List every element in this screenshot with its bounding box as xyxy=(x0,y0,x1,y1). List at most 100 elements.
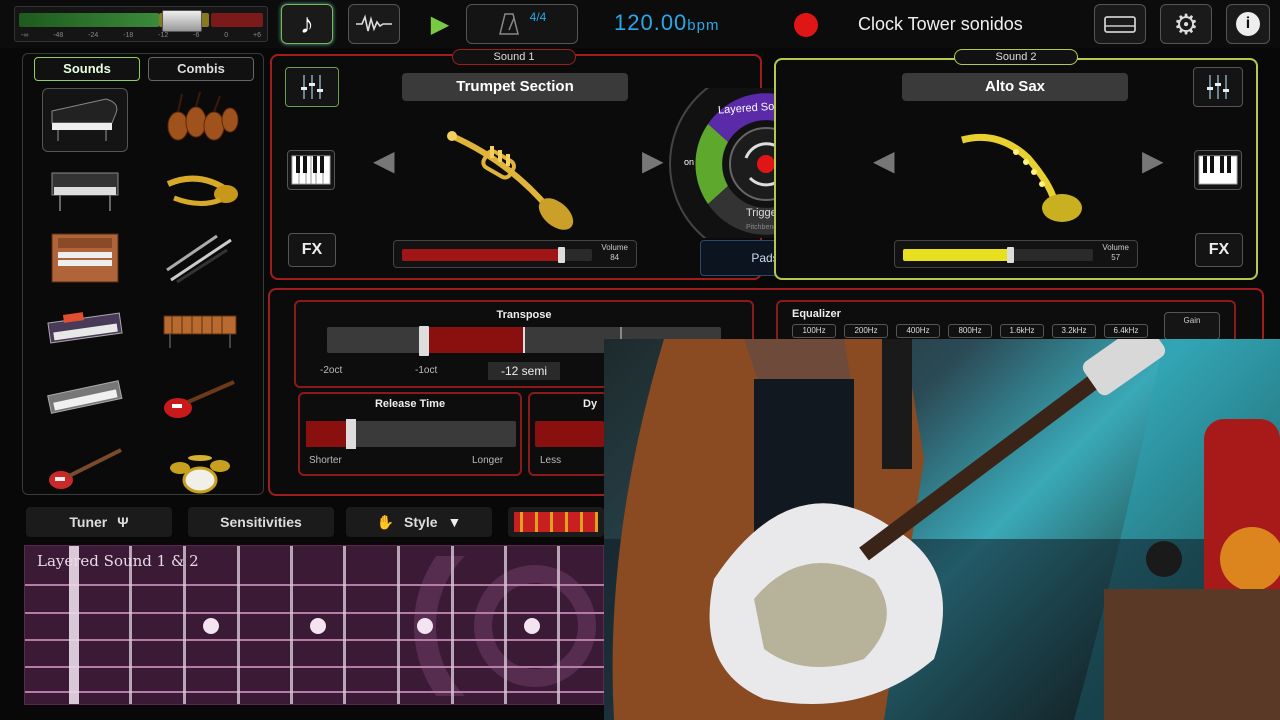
sound2-prev-arrow[interactable]: ◀ xyxy=(873,144,895,177)
sound1-tag: Sound 1 xyxy=(452,49,576,65)
release-time-title: Release Time xyxy=(374,398,446,410)
keyboard-icon xyxy=(45,378,125,423)
eq-band-button[interactable]: 400Hz xyxy=(896,324,940,338)
instrument-strings[interactable] xyxy=(157,88,243,152)
instrument-bass-guitar[interactable] xyxy=(42,438,128,502)
sound2-name[interactable]: Alto Sax xyxy=(902,73,1128,101)
release-time-thumb[interactable] xyxy=(346,419,356,449)
bass-guitar-icon xyxy=(45,444,125,497)
fretboard-label: Layered Sound 1 & 2 xyxy=(37,552,199,570)
tuner-button[interactable]: Tuner Ψ xyxy=(26,507,172,537)
sound1-fx-button[interactable]: FX xyxy=(288,233,336,267)
play-button[interactable]: ▶ xyxy=(414,4,466,44)
brass-icon xyxy=(160,164,240,221)
sound2-fx-button[interactable]: FX xyxy=(1195,233,1243,267)
layer-left-on[interactable]: on xyxy=(684,157,694,167)
piano-icon xyxy=(46,93,124,148)
sound2-volume-thumb[interactable] xyxy=(1007,247,1015,263)
pick-icon: ▼ xyxy=(447,514,462,530)
instrument-organ[interactable] xyxy=(42,228,128,292)
eq-band-button[interactable]: 1.6kHz xyxy=(1000,324,1044,338)
instrument-keyboard[interactable] xyxy=(42,368,128,432)
fret-marker xyxy=(524,618,540,634)
bpm-unit: bpm xyxy=(687,17,720,34)
sound1-prev-arrow[interactable]: ◀ xyxy=(373,144,395,177)
eq-gain-button[interactable]: Gain xyxy=(1164,312,1220,340)
instrument-electric-piano[interactable] xyxy=(42,160,128,224)
eq-band-button[interactable]: 6.4kHz xyxy=(1104,324,1148,338)
eq-band-button[interactable]: 3.2kHz xyxy=(1052,324,1096,338)
transpose-label-2oct: -2oct xyxy=(320,365,343,376)
sound2-volume-value: 57 xyxy=(1111,253,1121,262)
sound1-keyboard-button[interactable] xyxy=(287,150,335,190)
saxophone-icon xyxy=(958,128,1088,233)
instrument-marimba[interactable] xyxy=(157,298,243,362)
info-button[interactable]: i xyxy=(1226,4,1270,44)
sound1-next-arrow[interactable]: ▶ xyxy=(642,144,664,177)
instrument-electric-guitar[interactable] xyxy=(157,368,243,432)
tab-combis[interactable]: Combis xyxy=(148,57,254,81)
eq-band-button[interactable]: 100Hz xyxy=(792,324,836,338)
pitchbend-label: Pitchbend xyxy=(746,224,778,231)
metronome-button[interactable]: 4/4 xyxy=(466,4,578,44)
strings-icon xyxy=(160,90,240,151)
meter-tick: -24 xyxy=(88,32,99,39)
release-time-slider[interactable] xyxy=(306,419,516,449)
fretboard[interactable]: Layered Sound 1 & 2 xyxy=(24,545,625,705)
sensitivities-label: Sensitivities xyxy=(220,514,302,530)
sound2-next-arrow[interactable]: ▶ xyxy=(1142,144,1164,177)
record-button[interactable] xyxy=(794,13,818,37)
fret-marker xyxy=(417,618,433,634)
piano-keys-icon xyxy=(1198,155,1238,185)
time-signature: 4/4 xyxy=(529,10,547,24)
instrument-drums[interactable] xyxy=(157,438,243,502)
storage-button[interactable] xyxy=(1094,4,1146,44)
sound2-keyboard-button[interactable] xyxy=(1194,150,1242,190)
song-title: Clock Tower sonidos xyxy=(858,14,1023,34)
style-button[interactable]: ✋ Style ▼ xyxy=(346,507,492,537)
waveform-icon xyxy=(356,14,392,32)
sound2-volume[interactable]: Volume 57 xyxy=(894,240,1138,268)
sensitivities-button[interactable]: Sensitivities xyxy=(188,507,334,537)
dynamics-slider[interactable] xyxy=(535,421,604,447)
instrument-brass[interactable] xyxy=(157,160,243,224)
dynamics-min-label: Less xyxy=(540,455,562,466)
release-min-label: Shorter xyxy=(309,455,342,466)
level-meter[interactable]: -∞ -48 -24 -18 -12 -6 0 +6 xyxy=(14,6,268,42)
waveform-button[interactable] xyxy=(348,4,400,44)
dynamics-title: Dy xyxy=(583,398,598,410)
sound2-mixer-button[interactable] xyxy=(1193,67,1243,107)
metronome-icon xyxy=(498,13,519,35)
gear-icon: ⚙ xyxy=(1173,8,1199,40)
sound2-tag: Sound 2 xyxy=(954,49,1078,65)
instrument-woodwinds[interactable] xyxy=(157,228,243,292)
sound1-volume[interactable]: Volume 84 xyxy=(393,240,637,268)
sound1-volume-thumb[interactable] xyxy=(557,247,565,263)
transpose-thumb[interactable] xyxy=(419,326,429,356)
eq-band-button[interactable]: 200Hz xyxy=(844,324,888,338)
meter-fader-knob[interactable] xyxy=(162,10,202,32)
sound1-name[interactable]: Trumpet Section xyxy=(402,73,628,101)
sound1-mixer-button[interactable] xyxy=(285,67,339,107)
tuning-fork-icon: Ψ xyxy=(117,514,129,530)
instrument-synth[interactable] xyxy=(42,298,128,362)
meter-tick: -6 xyxy=(193,32,200,39)
electric-guitar-icon xyxy=(160,374,240,427)
eq-band-button[interactable]: 800Hz xyxy=(948,324,992,338)
play-icon: ▶ xyxy=(430,10,450,38)
settings-button[interactable]: ⚙ xyxy=(1160,4,1212,44)
meter-tick: +6 xyxy=(252,32,261,39)
tempo-display[interactable]: 120.00bpm xyxy=(614,10,719,36)
note-mode-button[interactable]: ♪ xyxy=(281,4,333,44)
info-icon: i xyxy=(1236,12,1260,36)
volume-label: Volume xyxy=(601,243,628,252)
instrument-piano[interactable] xyxy=(42,88,128,152)
tab-sounds[interactable]: Sounds xyxy=(34,57,140,81)
meter-tick: -48 xyxy=(53,32,64,39)
electric-piano-icon xyxy=(46,165,124,220)
meter-tick: 0 xyxy=(224,32,229,39)
transpose-title: Transpose xyxy=(496,309,552,321)
drums-icon xyxy=(160,442,240,499)
style-label: Style xyxy=(404,514,438,530)
string-color-indicator[interactable] xyxy=(508,507,604,537)
